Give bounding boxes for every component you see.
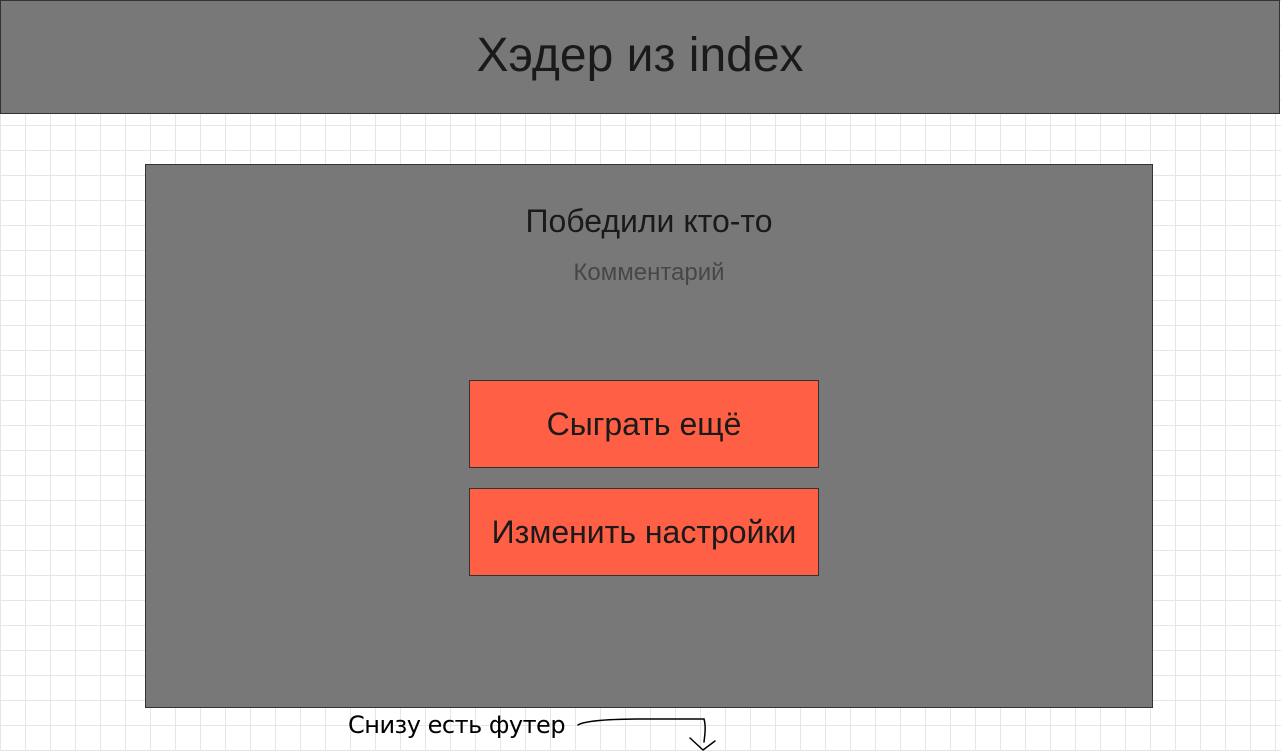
result-title: Победили кто-то (525, 203, 773, 239)
arrow-down-icon (577, 718, 716, 751)
game-result-panel: Победили кто-то Комментарий Сыграть ещё … (145, 164, 1153, 708)
page-header: Хэдер из index (0, 0, 1280, 114)
result-comment: Комментарий (573, 259, 725, 286)
footer-note: Снизу есть футер (348, 711, 566, 739)
header-title: Хэдер из index (476, 28, 804, 82)
play-again-button[interactable]: Сыграть ещё (469, 380, 819, 468)
change-settings-button[interactable]: Изменить настройки (469, 488, 819, 576)
